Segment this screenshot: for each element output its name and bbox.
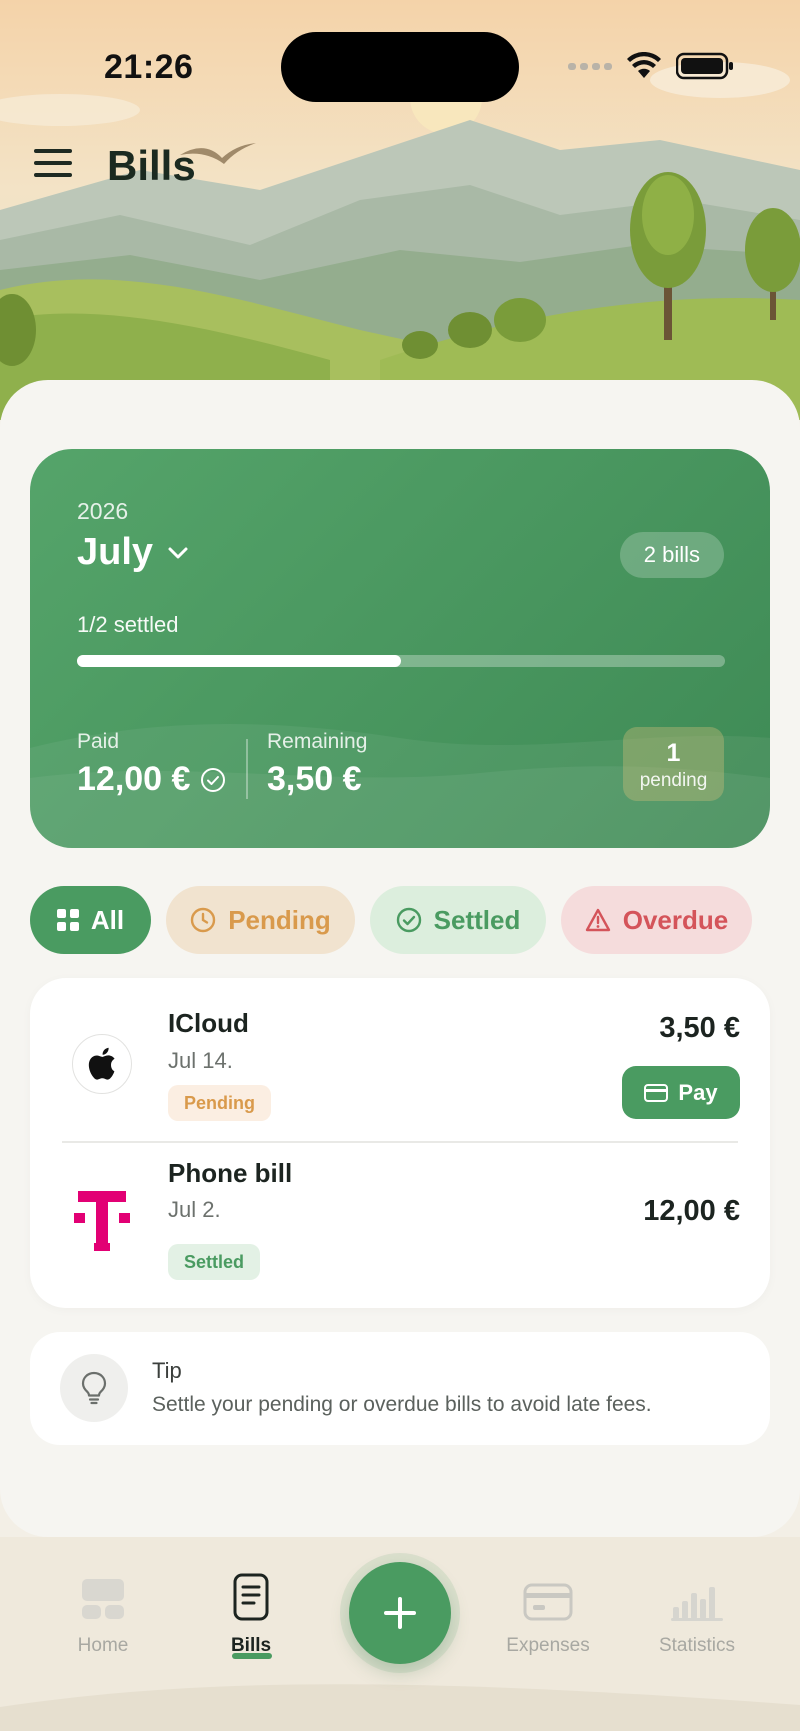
bill-amount: 3,50 € — [659, 1012, 740, 1044]
apple-logo-icon — [72, 1034, 132, 1094]
plus-icon — [384, 1597, 416, 1629]
pay-button-label: Pay — [678, 1079, 718, 1105]
nav-statistics[interactable]: Statistics — [637, 1567, 757, 1667]
nav-expenses[interactable]: Expenses — [488, 1567, 608, 1667]
month-summary-card: 2026 July 2 bills 1/2 settled Paid 12,00… — [30, 449, 770, 848]
bills-count-badge: 2 bills — [619, 532, 724, 578]
status-time: 21:26 — [104, 48, 194, 86]
bottom-navigation: Home Bills Expenses Statistics — [0, 1537, 800, 1731]
filter-overdue-label: Overdue — [622, 904, 729, 935]
bills-icon — [233, 1573, 269, 1621]
stat-divider — [246, 739, 248, 799]
pending-count-box: 1 pending — [623, 727, 724, 801]
telekom-logo-icon — [72, 1191, 132, 1253]
credit-card-icon — [644, 1083, 669, 1102]
status-icons — [568, 48, 734, 84]
filter-overdue-chip[interactable]: Overdue — [561, 886, 752, 954]
nav-statistics-label: Statistics — [658, 1635, 736, 1656]
filter-chips: All Pending Settled Overdue — [30, 886, 790, 956]
pending-count-label: pending — [639, 770, 708, 791]
bill-row-icloud[interactable]: ICloud Jul 14. Pending 3,50 € Pay — [30, 978, 770, 1138]
wifi-icon — [627, 52, 661, 78]
warning-icon — [585, 908, 610, 932]
card-icon — [523, 1583, 573, 1621]
filter-all-label: All — [90, 904, 125, 935]
pending-count: 1 — [666, 739, 681, 767]
nav-home-label: Home — [77, 1635, 129, 1656]
filter-settled-label: Settled — [433, 904, 521, 935]
bill-name: ICloud — [168, 1008, 249, 1038]
filter-all-chip[interactable]: All — [30, 886, 151, 954]
battery-icon — [676, 52, 733, 80]
nav-bills[interactable]: Bills — [191, 1567, 311, 1667]
tip-title: Tip — [152, 1358, 182, 1383]
settled-progress-bar — [77, 655, 725, 667]
bill-row-phone[interactable]: Phone bill Jul 2. Settled 12,00 € — [30, 1143, 770, 1303]
active-tab-indicator — [232, 1653, 272, 1659]
check-circle-icon — [396, 907, 421, 933]
bills-list: ICloud Jul 14. Pending 3,50 € Pay Phone … — [30, 978, 770, 1308]
pay-button[interactable]: Pay — [622, 1066, 740, 1119]
tip-text: Settle your pending or overdue bills to … — [152, 1393, 652, 1416]
chart-icon — [671, 1587, 723, 1621]
top-app-bar: Bills — [0, 130, 800, 200]
status-bar: 21:26 — [0, 0, 800, 120]
bill-date: Jul 14. — [168, 1048, 233, 1073]
settled-progress-fill — [77, 655, 401, 667]
remaining-label: Remaining — [267, 730, 368, 753]
nav-home[interactable]: Home — [43, 1567, 163, 1667]
paid-value: 12,00 € — [77, 760, 191, 798]
month-selector[interactable]: July — [77, 531, 189, 574]
status-badge: Settled — [168, 1244, 261, 1280]
paid-label: Paid — [77, 730, 120, 753]
settled-progress-label: 1/2 settled — [77, 612, 179, 637]
grid-icon — [56, 909, 79, 931]
bill-amount: 12,00 € — [643, 1195, 740, 1227]
menu-icon[interactable] — [30, 140, 76, 186]
add-bill-button[interactable] — [349, 1562, 451, 1664]
chevron-down-icon — [168, 547, 188, 558]
filter-pending-chip[interactable]: Pending — [166, 886, 355, 954]
bill-date: Jul 2. — [168, 1197, 221, 1222]
filter-pending-label: Pending — [228, 904, 331, 935]
bill-name: Phone bill — [168, 1158, 293, 1188]
dynamic-island — [281, 32, 519, 102]
summary-year: 2026 — [77, 498, 129, 524]
page-title: Bills — [107, 142, 196, 189]
nav-expenses-label: Expenses — [506, 1635, 590, 1656]
lightbulb-icon — [60, 1354, 128, 1422]
signal-icon — [568, 63, 612, 70]
paid-amount: 12,00 € — [77, 760, 226, 799]
check-circle-icon — [201, 767, 226, 792]
summary-month: July — [77, 531, 154, 573]
clock-icon — [191, 907, 216, 933]
remaining-value: 3,50 € — [267, 760, 362, 798]
tip-card: Tip Settle your pending or overdue bills… — [30, 1332, 770, 1445]
status-badge: Pending — [168, 1085, 271, 1121]
filter-settled-chip[interactable]: Settled — [370, 886, 546, 954]
home-icon — [82, 1579, 124, 1619]
